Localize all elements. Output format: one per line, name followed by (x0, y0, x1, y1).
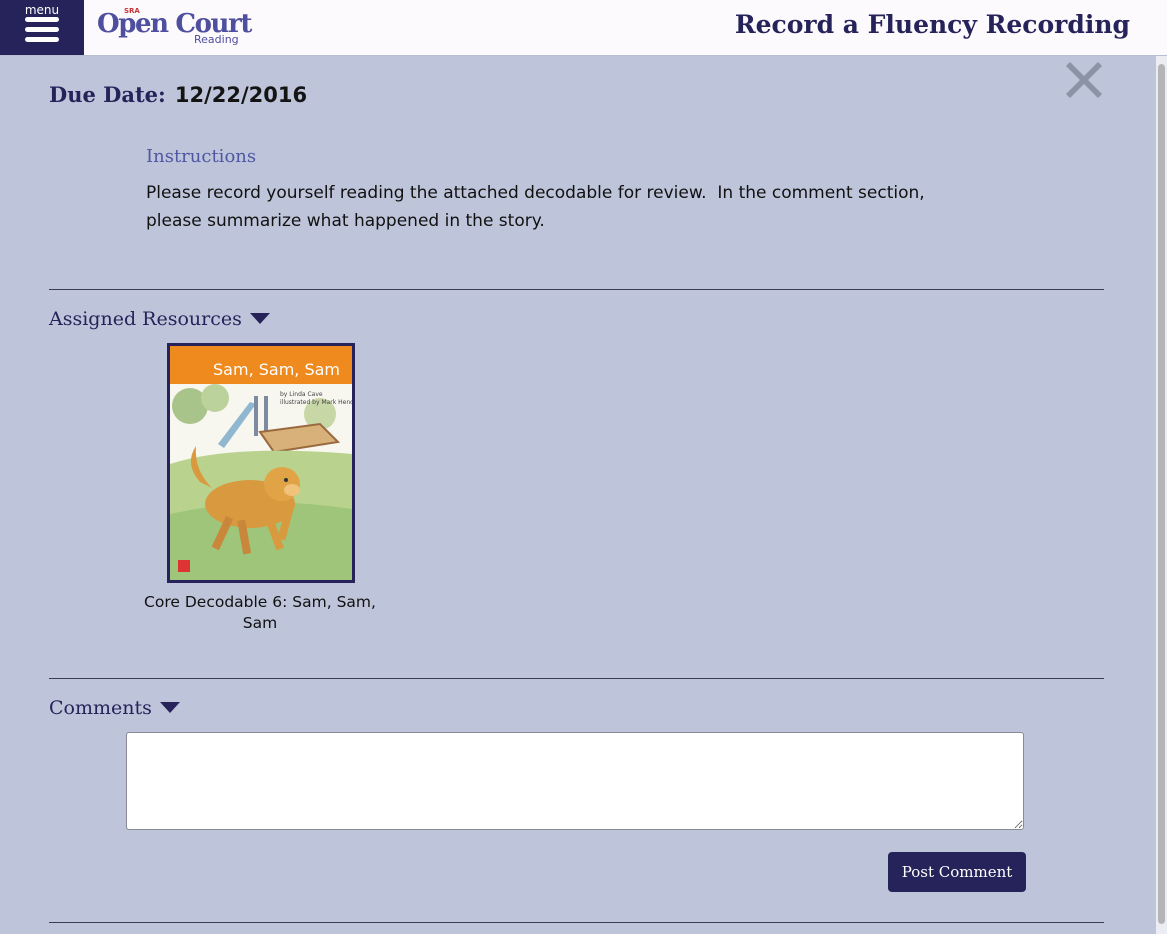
instructions-text: Please record yourself reading the attac… (146, 183, 925, 231)
close-icon[interactable] (1064, 60, 1104, 100)
book-cover-title: Sam, Sam, Sam (213, 360, 340, 379)
resource-card[interactable]: Sam, Sam, Sam by Linda Cave illustrated … (167, 343, 355, 583)
vertical-scrollbar[interactable] (1156, 56, 1167, 934)
divider (49, 922, 1104, 923)
hamburger-icon (25, 17, 59, 47)
due-date: Due Date: 12/22/2016 (49, 82, 307, 107)
comments-label: Comments (49, 697, 152, 719)
caret-down-icon (159, 701, 180, 713)
logo-subtext: Reading (194, 33, 239, 46)
due-date-value: 12/22/2016 (174, 83, 308, 107)
caret-down-icon (249, 312, 270, 324)
logo-mark: SRA (124, 7, 140, 15)
assigned-resources-label: Assigned Resources (49, 308, 242, 330)
resource-caption[interactable]: Core Decodable 6: Sam, Sam, Sam (143, 592, 377, 634)
book-cover-illustration (170, 384, 352, 580)
top-header: menu Open Court SRA Reading Record a Flu… (0, 0, 1167, 56)
page-title: Record a Fluency Recording (734, 10, 1130, 39)
divider (49, 289, 1104, 290)
assigned-resources-toggle[interactable]: Assigned Resources (49, 308, 270, 330)
book-author: by Linda Cave (280, 391, 323, 398)
book-cover-credits: by Linda Cave illustrated by Mark Hender… (280, 391, 354, 407)
divider (49, 678, 1104, 679)
scrollbar-thumb[interactable] (1158, 64, 1165, 924)
comment-input[interactable] (126, 732, 1024, 830)
comments-toggle[interactable]: Comments (49, 697, 180, 719)
menu-label: menu (24, 3, 60, 17)
open-court-logo[interactable]: Open Court SRA Reading (97, 7, 252, 47)
menu-button[interactable]: menu (0, 0, 84, 55)
instructions-heading: Instructions (146, 146, 257, 167)
due-date-label: Due Date: (49, 82, 166, 107)
post-comment-button[interactable]: Post Comment (888, 852, 1026, 892)
book-illustrator: illustrated by Mark Henderson (280, 399, 354, 406)
